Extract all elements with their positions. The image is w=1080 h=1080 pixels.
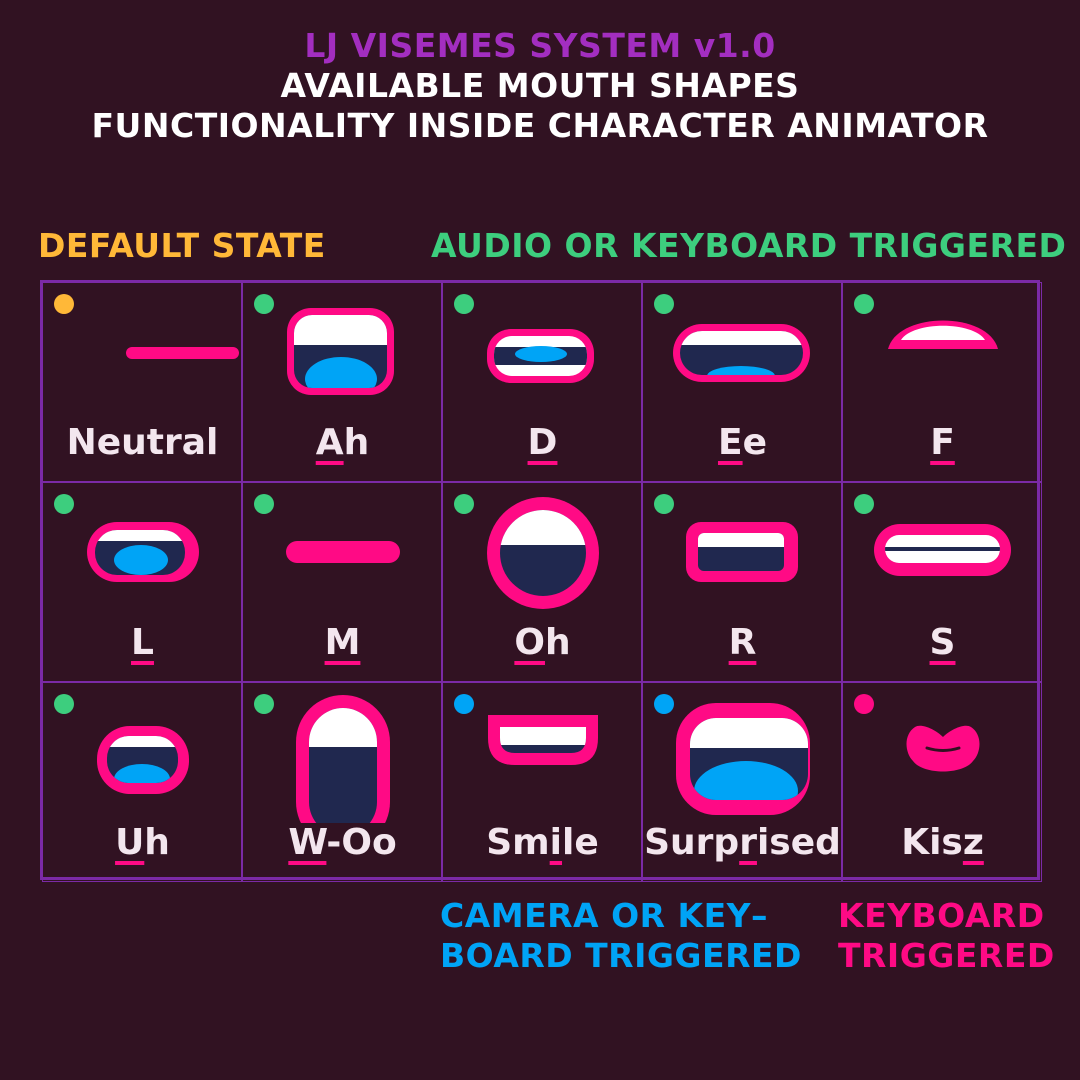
viseme-label: Uh bbox=[43, 821, 243, 865]
viseme-cell-d: D bbox=[441, 281, 643, 482]
viseme-shortcut-key: O bbox=[514, 621, 545, 663]
viseme-cell-neutral: Neutral bbox=[41, 281, 242, 482]
viseme-label-suffix: ised bbox=[756, 821, 841, 863]
viseme-cell-m: M bbox=[241, 481, 443, 682]
viseme-shortcut-key: U bbox=[115, 821, 145, 863]
header: LJ VISEMES SYSTEM v1.0 AVAILABLE MOUTH S… bbox=[0, 26, 1080, 146]
mouth-s-icon bbox=[873, 523, 1011, 576]
title-available-shapes: AVAILABLE MOUTH SHAPES bbox=[280, 66, 800, 105]
viseme-shortcut-key: r bbox=[739, 821, 757, 863]
legend-camera-line2: BOARD TRIGGERED bbox=[440, 936, 802, 975]
viseme-grid: Neutral Ah D Ee F L M Oh R S Uh W-Oo Smil… bbox=[40, 280, 1043, 882]
legend-keyboard: KEYBOARD TRIGGERED bbox=[838, 896, 1055, 976]
viseme-label: Neutral bbox=[66, 421, 219, 463]
viseme-label-suffix: e bbox=[742, 421, 767, 463]
viseme-cell-woo: W-Oo bbox=[241, 681, 443, 882]
viseme-label: F bbox=[843, 421, 1043, 465]
viseme-shortcut-key: F bbox=[930, 421, 955, 463]
mouth-r-icon bbox=[685, 521, 798, 582]
mouth-ah-icon bbox=[286, 307, 394, 395]
viseme-cell-surprised: Surprised bbox=[641, 681, 843, 882]
viseme-cell-ee: Ee bbox=[641, 281, 843, 482]
viseme-label: M bbox=[243, 621, 443, 665]
viseme-label: Oh bbox=[443, 621, 643, 665]
viseme-label-prefix: Sm bbox=[486, 821, 550, 863]
viseme-label-prefix: Kis bbox=[901, 821, 963, 863]
mouth-neutral-icon bbox=[125, 346, 239, 359]
viseme-label: Smile bbox=[443, 821, 643, 865]
viseme-label: Surprised bbox=[643, 821, 843, 865]
viseme-shortcut-key: z bbox=[962, 821, 984, 863]
title-functionality: FUNCTIONALITY INSIDE CHARACTER ANIMATOR bbox=[91, 106, 989, 145]
viseme-label: Ee bbox=[643, 421, 843, 465]
viseme-shortcut-key: M bbox=[324, 621, 361, 663]
viseme-cell-oh: Oh bbox=[441, 481, 643, 682]
mouth-f-icon bbox=[887, 320, 998, 349]
viseme-label: D bbox=[443, 421, 643, 465]
mouth-d-icon bbox=[486, 328, 594, 383]
viseme-label-suffix: le bbox=[562, 821, 599, 863]
mouth-m-icon bbox=[285, 540, 400, 563]
viseme-label-suffix: h bbox=[144, 821, 170, 863]
viseme-label: R bbox=[643, 621, 843, 665]
viseme-shortcut-key: A bbox=[315, 421, 344, 463]
legend-camera-line1: CAMERA OR KEY– bbox=[440, 896, 769, 935]
mouth-ee-icon bbox=[672, 323, 810, 382]
mouth-oh-icon bbox=[486, 496, 599, 609]
mouth-uh-icon bbox=[96, 725, 189, 794]
viseme-cell-uh: Uh bbox=[41, 681, 243, 882]
legend-keyboard-line2: TRIGGERED bbox=[838, 936, 1055, 975]
viseme-shortcut-key: L bbox=[131, 621, 154, 663]
viseme-shortcut-key: R bbox=[728, 621, 757, 663]
viseme-label-suffix: h bbox=[544, 621, 571, 663]
viseme-label: Kisz bbox=[843, 821, 1043, 865]
viseme-cell-f: F bbox=[841, 281, 1043, 482]
viseme-shortcut-key: E bbox=[717, 421, 743, 463]
viseme-shortcut-key: i bbox=[549, 821, 563, 863]
viseme-label-suffix: h bbox=[343, 421, 370, 463]
legend-audio: AUDIO OR KEYBOARD TRIGGERED bbox=[431, 226, 1067, 265]
mouth-surprised-icon bbox=[675, 702, 810, 815]
viseme-label: S bbox=[843, 621, 1043, 665]
viseme-cell-l: L bbox=[41, 481, 243, 682]
viseme-label: L bbox=[43, 621, 243, 665]
viseme-cell-kisz: Kisz bbox=[841, 681, 1043, 882]
mouth-l-icon bbox=[86, 521, 199, 582]
mouth-woo-icon bbox=[295, 694, 390, 823]
viseme-shortcut-key: D bbox=[527, 421, 558, 463]
viseme-label-suffix: -Oo bbox=[326, 821, 397, 863]
viseme-label: W-Oo bbox=[243, 821, 443, 865]
mouth-kisz-icon bbox=[906, 725, 979, 771]
viseme-shortcut-key: W bbox=[288, 821, 327, 863]
viseme-shortcut-key: S bbox=[929, 621, 956, 663]
viseme-cell-r: R bbox=[641, 481, 843, 682]
viseme-label: Ah bbox=[243, 421, 443, 465]
legend-camera: CAMERA OR KEY– BOARD TRIGGERED bbox=[440, 896, 802, 976]
mouth-smile-icon bbox=[487, 714, 598, 765]
viseme-cell-ah: Ah bbox=[241, 281, 443, 482]
legend-default: DEFAULT STATE bbox=[38, 226, 326, 265]
title-version: LJ VISEMES SYSTEM v1.0 bbox=[304, 26, 776, 65]
viseme-cell-s: S bbox=[841, 481, 1043, 682]
viseme-cell-smile: Smile bbox=[441, 681, 643, 882]
legend-keyboard-line1: KEYBOARD bbox=[838, 896, 1045, 935]
viseme-label-prefix: Surp bbox=[644, 821, 740, 863]
